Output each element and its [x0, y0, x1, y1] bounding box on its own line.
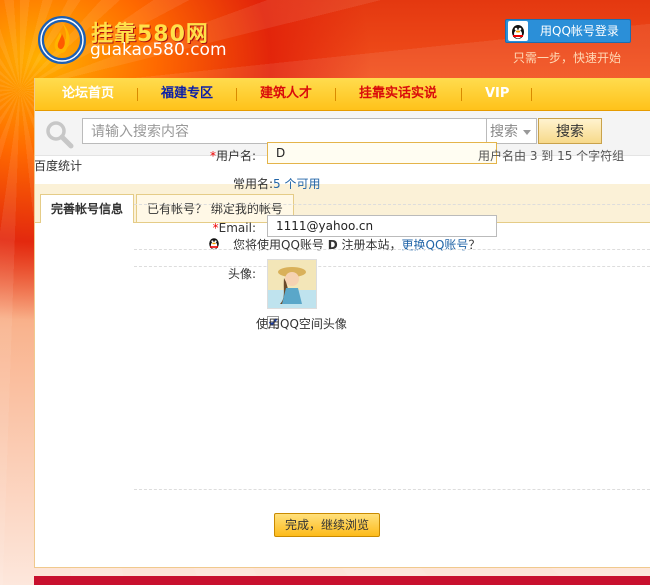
nav-separator	[335, 88, 336, 101]
search-magnifier-icon	[46, 121, 74, 149]
qq-penguin-icon	[508, 21, 528, 41]
common-names-link[interactable]: 5 个可用	[273, 177, 320, 191]
nav-separator	[137, 88, 138, 101]
avatar-image	[267, 259, 317, 309]
common-names-prefix: 常用名:	[233, 177, 274, 191]
nav-item-guakao-talk[interactable]: 挂靠实话实说	[359, 78, 437, 110]
nav-item-vip[interactable]: VIP	[485, 78, 509, 110]
username-label: *用户名:	[209, 149, 256, 163]
tab-complete-account[interactable]: 完善帐号信息	[40, 194, 135, 223]
search-type-value: 搜索	[490, 124, 518, 140]
qq-login-button[interactable]: 用QQ帐号登录	[505, 19, 631, 43]
register-notice: 您将使用QQ账号 D 注册本站，更换QQ账号？	[233, 236, 480, 253]
submit-continue-button[interactable]: 完成，继续浏览	[274, 513, 380, 537]
nav-item-fujian[interactable]: 福建专区	[161, 78, 213, 110]
email-input[interactable]: 1111@yahoo.cn	[267, 215, 497, 237]
qq-login-subtext: 只需一步，快速开始	[513, 51, 622, 65]
search-input[interactable]: 请输入搜索内容	[82, 118, 487, 144]
qq-login-label: 用QQ帐号登录	[540, 24, 619, 38]
main-nav: 论坛首页 福建专区 建筑人才 挂靠实话实说 VIP	[34, 78, 650, 111]
nav-separator	[461, 88, 462, 101]
nav-item-construction-talent[interactable]: 建筑人才	[260, 78, 312, 110]
footer-bar	[34, 576, 650, 585]
logo-domain-text: guakao580.com	[90, 40, 227, 60]
username-hint: 用户名由 3 到 15 个字符组	[478, 149, 625, 163]
search-type-select[interactable]: 搜索	[487, 118, 537, 144]
common-names-row: 常用名:5 个可用	[233, 175, 321, 192]
divider	[134, 489, 650, 490]
site-logo[interactable]: 挂靠580网 guakao580.com	[36, 12, 236, 70]
use-qq-avatar-label: 使用QQ空间头像	[256, 317, 347, 331]
divider	[134, 249, 650, 250]
nav-item-forum-home[interactable]: 论坛首页	[62, 78, 114, 110]
baidu-stats-link[interactable]: 百度统计	[34, 157, 82, 174]
nav-separator	[236, 88, 237, 101]
divider	[134, 204, 650, 205]
nav-separator	[531, 88, 532, 101]
main-panel: 论坛首页 福建专区 建筑人才 挂靠实话实说 VIP 请输入搜索内容 搜索 搜索 …	[34, 78, 650, 568]
chevron-down-icon	[523, 130, 531, 135]
avatar-label: 头像:	[227, 267, 256, 281]
flame-logo-icon	[38, 16, 86, 64]
search-button[interactable]: 搜索	[538, 118, 602, 144]
username-input[interactable]: D	[267, 142, 497, 164]
email-label: *Email:	[212, 221, 256, 235]
